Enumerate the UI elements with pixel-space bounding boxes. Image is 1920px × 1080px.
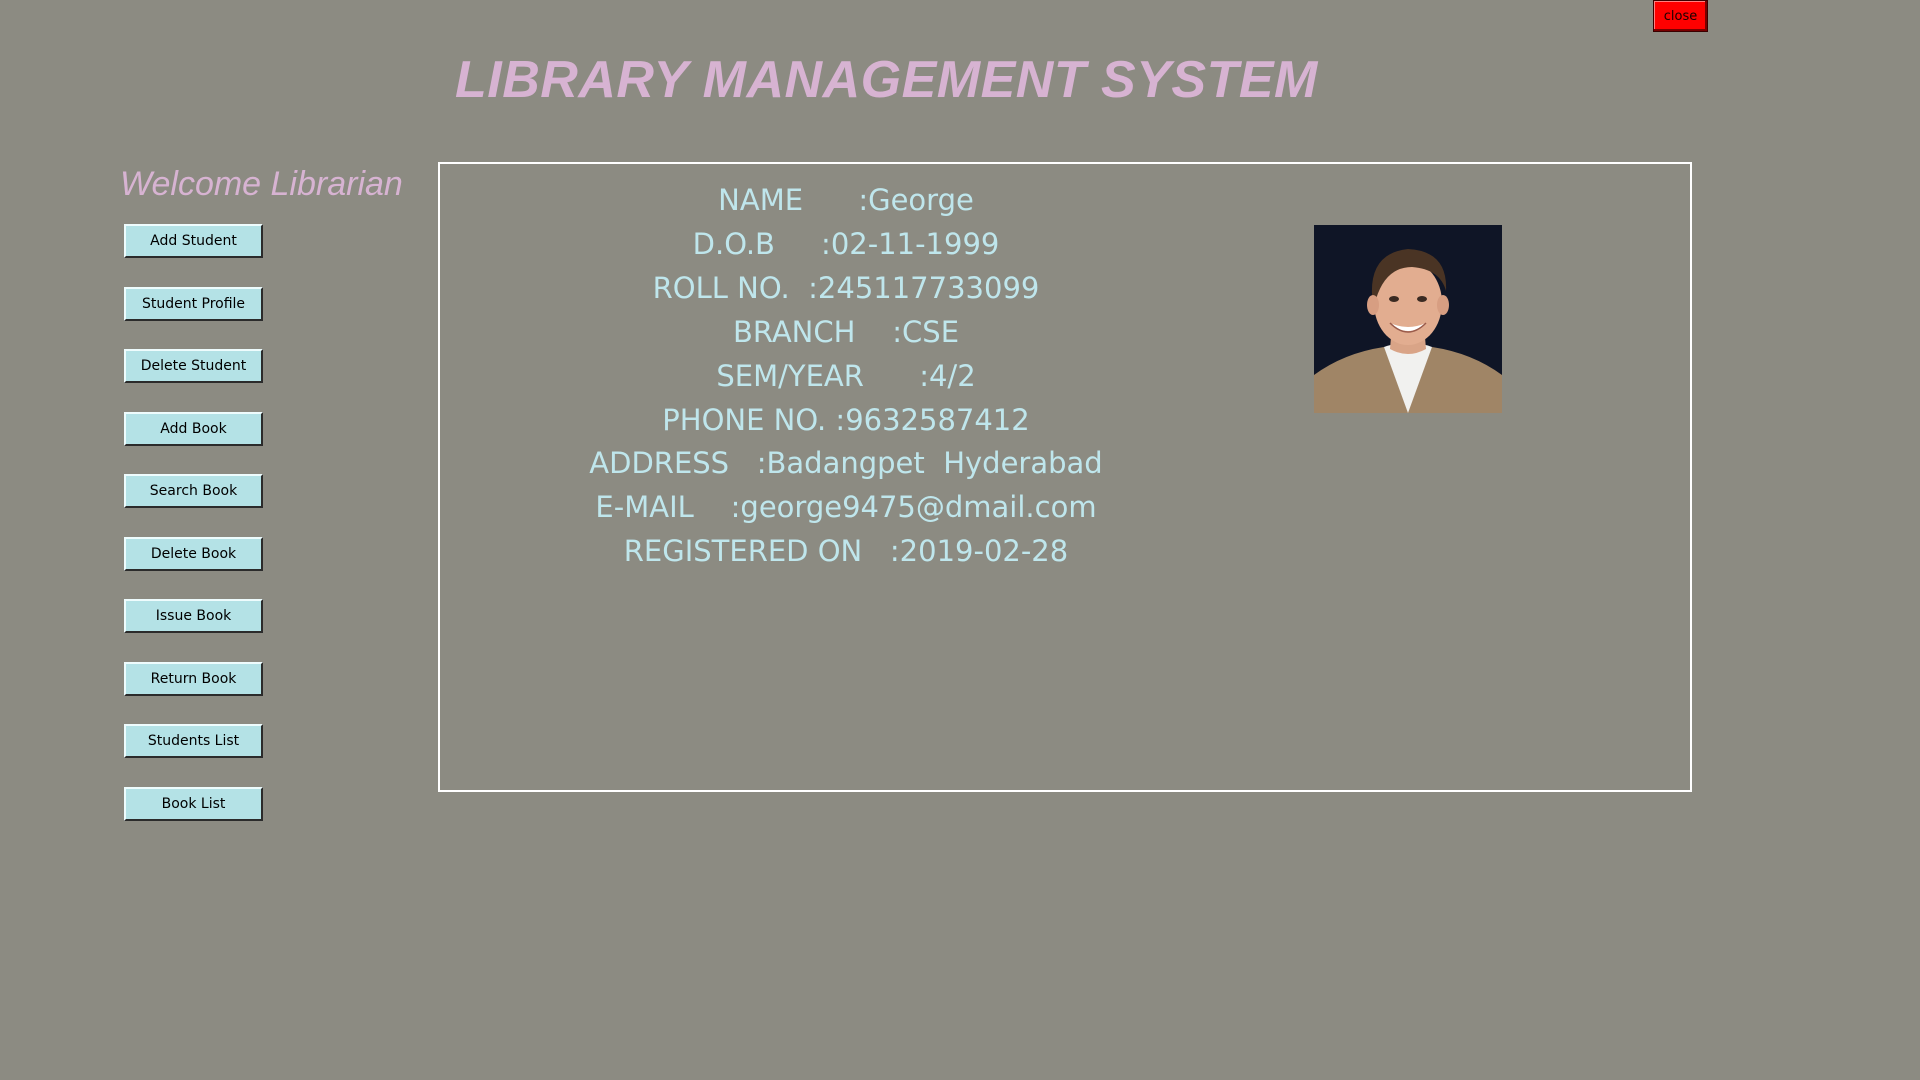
profile-phone: PHONE NO. :9632587412 [662, 403, 1030, 437]
delete-student-button[interactable]: Delete Student [124, 349, 263, 383]
profile-dob: D.O.B :02-11-1999 [692, 227, 1000, 261]
profile-roll-no: ROLL NO. :245117733099 [652, 271, 1040, 305]
profile-branch: BRANCH :CSE [732, 315, 960, 349]
profile-name: NAME :George [718, 183, 974, 217]
profile-email: E-MAIL :george9475@dmail.com [595, 490, 1097, 524]
delete-book-button[interactable]: Delete Book [124, 537, 263, 571]
profile-registered-on: REGISTERED ON :2019-02-28 [623, 534, 1069, 568]
welcome-heading: Welcome Librarian [120, 165, 403, 203]
profile-address: ADDRESS :Badangpet Hyderabad [589, 446, 1103, 480]
close-button[interactable]: close [1653, 0, 1708, 32]
page-title: LIBRARY MANAGEMENT SYSTEM [455, 51, 1318, 109]
student-profile-button[interactable]: Student Profile [124, 287, 263, 321]
issue-book-button[interactable]: Issue Book [124, 599, 263, 633]
book-list-button[interactable]: Book List [124, 787, 263, 821]
student-profile-panel: NAME :George D.O.B :02-11-1999 ROLL NO. … [438, 162, 1692, 792]
students-list-button[interactable]: Students List [124, 724, 263, 758]
add-student-button[interactable]: Add Student [124, 224, 263, 258]
student-photo [1314, 225, 1502, 413]
student-photo-icon [1314, 225, 1502, 413]
profile-sem-year: SEM/YEAR :4/2 [716, 359, 976, 393]
search-book-button[interactable]: Search Book [124, 474, 263, 508]
add-book-button[interactable]: Add Book [124, 412, 263, 446]
return-book-button[interactable]: Return Book [124, 662, 263, 696]
